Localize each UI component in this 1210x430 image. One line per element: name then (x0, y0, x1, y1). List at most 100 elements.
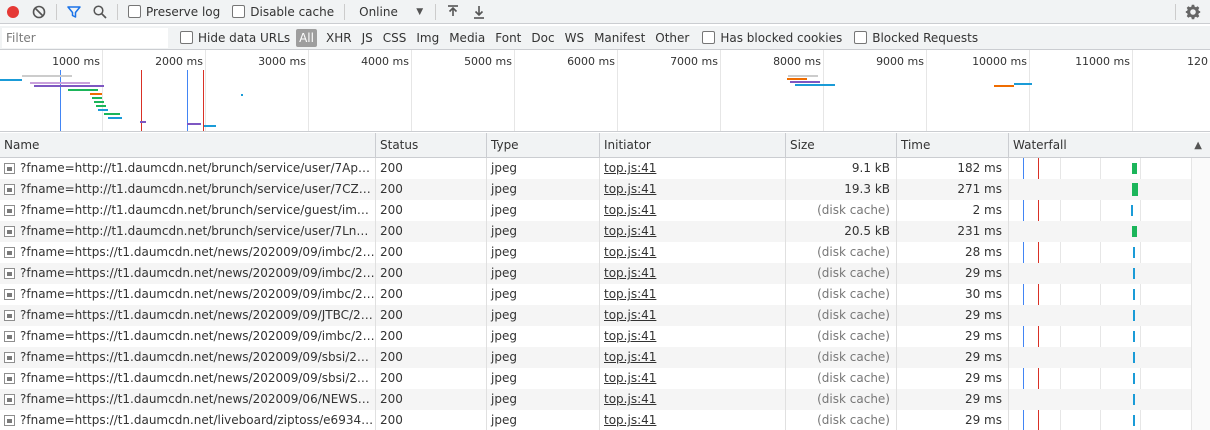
filter-bar: Hide data URLs All XHR JS CSS Img Media … (0, 26, 1210, 50)
table-row[interactable]: ?fname=https://t1.daumcdn.net/news/20200… (0, 347, 1210, 368)
waterfall-cell (1009, 368, 1190, 389)
image-file-icon (4, 163, 15, 174)
network-toolbar: Preserve log Disable cache Online ▼ (0, 0, 1210, 24)
request-name-cell[interactable]: ?fname=https://t1.daumcdn.net/news/20200… (0, 347, 376, 368)
type-filter-js[interactable]: JS (357, 29, 378, 47)
initiator-cell[interactable]: top.js:41 (600, 305, 786, 326)
type-filter-all[interactable]: All (296, 28, 317, 47)
preserve-log-label: Preserve log (146, 4, 221, 19)
disable-cache-checkbox[interactable]: Disable cache (232, 5, 334, 19)
type-filter-font[interactable]: Font (490, 29, 526, 47)
request-name-cell[interactable]: ?fname=https://t1.daumcdn.net/liveboard/… (0, 410, 376, 430)
column-header-waterfall[interactable]: Waterfall ▲ (1009, 133, 1210, 158)
type-filter-media[interactable]: Media (444, 29, 490, 47)
initiator-cell[interactable]: top.js:41 (600, 200, 786, 221)
table-row[interactable]: ?fname=https://t1.daumcdn.net/news/20200… (0, 305, 1210, 326)
request-name-cell[interactable]: ?fname=https://t1.daumcdn.net/news/20200… (0, 368, 376, 389)
request-name-cell[interactable]: ?fname=https://t1.daumcdn.net/news/20200… (0, 284, 376, 305)
column-header-type[interactable]: Type (487, 133, 600, 158)
initiator-cell[interactable]: top.js:41 (600, 326, 786, 347)
type-filter-css[interactable]: CSS (378, 29, 412, 47)
type-filter-img[interactable]: Img (411, 29, 444, 47)
search-button[interactable] (87, 0, 113, 24)
table-scrollbar[interactable] (1191, 158, 1210, 430)
table-row[interactable]: ?fname=https://t1.daumcdn.net/news/20200… (0, 242, 1210, 263)
settings-button[interactable] (1180, 0, 1206, 24)
table-row[interactable]: ?fname=http://t1.daumcdn.net/brunch/serv… (0, 200, 1210, 221)
timeline-overview[interactable]: 1000 ms 2000 ms 3000 ms 4000 ms 5000 ms … (0, 50, 1210, 132)
waterfall-cell (1009, 326, 1190, 347)
grid-line (823, 50, 824, 131)
request-name-cell[interactable]: ?fname=https://t1.daumcdn.net/news/20200… (0, 263, 376, 284)
status-cell: 200 (376, 389, 487, 410)
request-name-cell[interactable]: ?fname=http://t1.daumcdn.net/brunch/serv… (0, 200, 376, 221)
type-filter-other[interactable]: Other (650, 29, 694, 47)
request-name-cell[interactable]: ?fname=https://t1.daumcdn.net/news/20200… (0, 242, 376, 263)
waterfall-cell (1009, 242, 1190, 263)
table-row[interactable]: ?fname=http://t1.daumcdn.net/brunch/serv… (0, 158, 1210, 179)
filter-toggle-button[interactable] (61, 0, 87, 24)
table-row[interactable]: ?fname=http://t1.daumcdn.net/brunch/serv… (0, 221, 1210, 242)
request-name-cell[interactable]: ?fname=https://t1.daumcdn.net/news/20200… (0, 389, 376, 410)
clear-button[interactable] (26, 0, 52, 24)
time-cell: 2 ms (897, 200, 1009, 221)
column-header-status[interactable]: Status (376, 133, 487, 158)
filter-input[interactable] (2, 27, 168, 48)
type-cell: jpeg (487, 221, 600, 242)
sort-ascending-icon: ▲ (1194, 140, 1202, 151)
initiator-cell[interactable]: top.js:41 (600, 179, 786, 200)
initiator-cell[interactable]: top.js:41 (600, 389, 786, 410)
checkbox-box[interactable] (180, 31, 193, 44)
type-filter-manifest[interactable]: Manifest (589, 29, 650, 47)
initiator-cell[interactable]: top.js:41 (600, 410, 786, 430)
table-row[interactable]: ?fname=https://t1.daumcdn.net/news/20200… (0, 389, 1210, 410)
waterfall-cell (1009, 221, 1190, 242)
request-name-cell[interactable]: ?fname=http://t1.daumcdn.net/brunch/serv… (0, 179, 376, 200)
request-name-cell[interactable]: ?fname=https://t1.daumcdn.net/news/20200… (0, 326, 376, 347)
hide-data-urls-checkbox[interactable]: Hide data URLs (180, 31, 290, 45)
table-row[interactable]: ?fname=https://t1.daumcdn.net/news/20200… (0, 326, 1210, 347)
column-header-name[interactable]: Name (0, 133, 376, 158)
table-row[interactable]: ?fname=http://t1.daumcdn.net/brunch/serv… (0, 179, 1210, 200)
column-header-time[interactable]: Time (897, 133, 1009, 158)
initiator-cell[interactable]: top.js:41 (600, 263, 786, 284)
blocked-requests-checkbox[interactable]: Blocked Requests (854, 31, 978, 45)
waterfall-cell (1009, 158, 1190, 179)
table-row[interactable]: ?fname=https://t1.daumcdn.net/news/20200… (0, 263, 1210, 284)
column-header-initiator[interactable]: Initiator (600, 133, 786, 158)
initiator-cell[interactable]: top.js:41 (600, 347, 786, 368)
size-cell: (disk cache) (786, 200, 897, 221)
record-button[interactable] (0, 0, 26, 24)
initiator-cell[interactable]: top.js:41 (600, 284, 786, 305)
type-filter-ws[interactable]: WS (560, 29, 589, 47)
import-har-button[interactable] (440, 0, 466, 24)
request-name-cell[interactable]: ?fname=https://t1.daumcdn.net/news/20200… (0, 305, 376, 326)
column-header-size[interactable]: Size (786, 133, 897, 158)
hide-data-urls-label: Hide data URLs (198, 30, 291, 45)
type-filter-xhr[interactable]: XHR (321, 29, 357, 47)
throttling-select[interactable]: Online ▼ (351, 5, 431, 19)
checkbox-box[interactable] (232, 5, 246, 18)
time-cell: 29 ms (897, 368, 1009, 389)
checkbox-box[interactable] (854, 31, 868, 44)
size-cell: (disk cache) (786, 410, 897, 430)
table-row[interactable]: ?fname=https://t1.daumcdn.net/liveboard/… (0, 410, 1210, 430)
request-name: ?fname=http://t1.daumcdn.net/brunch/serv… (20, 224, 375, 238)
status-cell: 200 (376, 347, 487, 368)
table-row[interactable]: ?fname=https://t1.daumcdn.net/news/20200… (0, 284, 1210, 305)
type-filter-doc[interactable]: Doc (526, 29, 559, 47)
request-name-cell[interactable]: ?fname=http://t1.daumcdn.net/brunch/serv… (0, 158, 376, 179)
checkbox-box[interactable] (128, 5, 141, 18)
initiator-cell[interactable]: top.js:41 (600, 242, 786, 263)
has-blocked-cookies-checkbox[interactable]: Has blocked cookies (702, 31, 842, 45)
initiator-cell[interactable]: top.js:41 (600, 158, 786, 179)
request-name-cell[interactable]: ?fname=http://t1.daumcdn.net/brunch/serv… (0, 221, 376, 242)
initiator-cell[interactable]: top.js:41 (600, 368, 786, 389)
grid-line (102, 50, 103, 131)
preserve-log-checkbox[interactable]: Preserve log (128, 5, 220, 19)
checkbox-box[interactable] (702, 31, 716, 44)
table-row[interactable]: ?fname=https://t1.daumcdn.net/news/20200… (0, 368, 1210, 389)
initiator-cell[interactable]: top.js:41 (600, 221, 786, 242)
request-bar (98, 109, 108, 111)
export-har-button[interactable] (466, 0, 492, 24)
